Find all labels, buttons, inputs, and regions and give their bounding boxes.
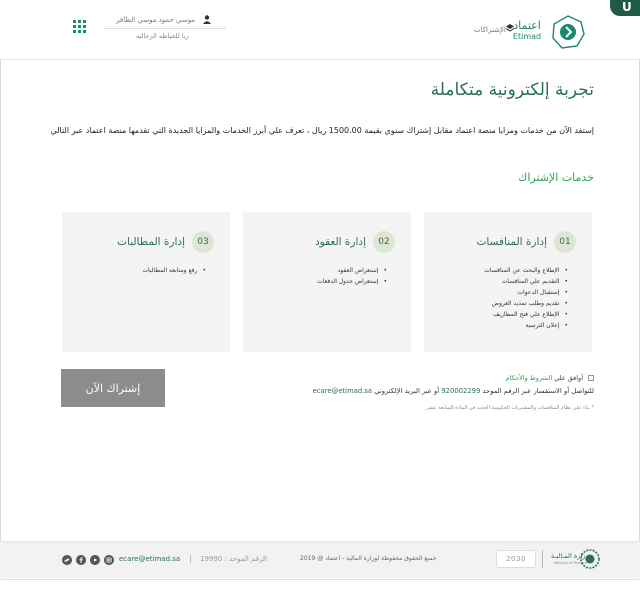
terms-link[interactable]: الشروط والأحكام	[505, 374, 552, 382]
contact-middle: أو عبر البريد الإلكتروني	[374, 387, 440, 395]
legal-note: * بناء علي نظام المنافسات والمشتريات الح…	[426, 405, 594, 411]
card-header: 03 إدارة المطالبات	[117, 231, 214, 253]
youtube-icon[interactable]	[90, 555, 100, 565]
card-number: 02	[373, 231, 395, 253]
card-feature-list: رفع ومتابعة المطالبات	[142, 265, 206, 276]
subscribe-now-button[interactable]: إشتراك الآن	[61, 369, 165, 407]
contact-email[interactable]: ecare@etimad.sa	[313, 387, 372, 395]
terms-agreement: أوافق علي الشروط والأحكام	[505, 374, 594, 382]
ministry-emblem-icon	[580, 549, 600, 569]
twitter-icon[interactable]	[62, 555, 72, 565]
list-item: التقديم علي المنافسات	[484, 276, 568, 287]
contact-info: للتواصل أو الاستفسار عبر الرقم الموحد 92…	[313, 387, 594, 395]
list-item: إستقبال الدعوات	[484, 287, 568, 298]
list-item: إعلان الترسية	[484, 320, 568, 331]
footer: ecare@etimad.sa | الرقم الموحد : 19990 ج…	[0, 541, 640, 578]
instagram-icon[interactable]	[104, 555, 114, 565]
layers-icon	[506, 24, 514, 32]
list-item: رفع ومتابعة المطالبات	[142, 265, 206, 276]
logo-english: Etimad	[512, 32, 542, 41]
user-divider	[104, 28, 226, 29]
footer-divider	[542, 550, 543, 568]
social-links	[62, 555, 114, 565]
vision-2030-logo: 2030	[496, 550, 536, 568]
intro-text: إستفد الآن من خدمات ومزايا منصة اعتماد م…	[50, 126, 594, 135]
corner-badge-text: U	[622, 0, 632, 14]
facebook-icon[interactable]	[76, 555, 86, 565]
etimad-logo-icon	[552, 15, 585, 49]
footer-separator: |	[189, 554, 192, 563]
user-icon	[203, 15, 211, 24]
card-title: إدارة المطالبات	[117, 236, 185, 248]
card-feature-list: إستعراض العقود إستعراض جدول الدفعات	[317, 265, 387, 287]
list-item: الإطلاع والبحث عن المنافسات	[484, 265, 568, 276]
service-card-contracts: 02 إدارة العقود إستعراض العقود إستعراض ج…	[243, 212, 411, 352]
contact-phone[interactable]: 920002299	[441, 387, 480, 395]
card-header: 02 إدارة العقود	[315, 231, 395, 253]
card-title: إدارة المنافسات	[476, 236, 547, 248]
user-organization: زيا للخياطه الرجاليه	[136, 32, 189, 40]
card-title: إدارة العقود	[314, 236, 366, 248]
terms-prefix: أوافق علي	[554, 374, 583, 382]
list-item: تقديم وطلب تمديد العروض	[484, 298, 568, 309]
etimad-logo[interactable]: اعتماد Etimad	[506, 14, 586, 50]
footer-copyright: جميع الحقوق محفوظة لوزارة المالية - اعتم…	[300, 555, 437, 562]
card-number: 03	[192, 231, 214, 253]
service-card-tenders: 01 إدارة المنافسات الإطلاع والبحث عن الم…	[424, 212, 592, 352]
card-feature-list: الإطلاع والبحث عن المنافسات التقديم علي …	[484, 265, 568, 331]
page-title: تجربة إلكترونية متكاملة	[430, 80, 594, 100]
footer-phone: الرقم الموحد : 19990	[200, 555, 268, 563]
list-item: إستعراض العقود	[317, 265, 387, 276]
card-number: 01	[554, 231, 576, 253]
list-item: الإطلاع علي فتح المظاريف	[484, 309, 568, 320]
terms-checkbox[interactable]	[588, 375, 594, 381]
card-header: 01 إدارة المنافسات	[477, 231, 576, 253]
bottom-bar	[0, 579, 640, 605]
footer-email[interactable]: ecare@etimad.sa	[119, 555, 180, 563]
apps-grid-icon[interactable]	[73, 20, 86, 33]
services-title: خدمات الإشتراك	[518, 171, 594, 184]
list-item: إستعراض جدول الدفعات	[317, 276, 387, 287]
contact-prefix: للتواصل أو الاستفسار عبر الرقم الموحد	[482, 387, 594, 395]
service-card-claims: 03 إدارة المطالبات رفع ومتابعة المطالبات	[62, 212, 230, 352]
user-name[interactable]: موسي حمود موسي الظافر	[116, 16, 195, 24]
subscriptions-link[interactable]: الإشتراكات	[474, 26, 506, 34]
top-header: U اعتماد Etimad الإشتراكات موسي حمود موس…	[0, 0, 640, 60]
